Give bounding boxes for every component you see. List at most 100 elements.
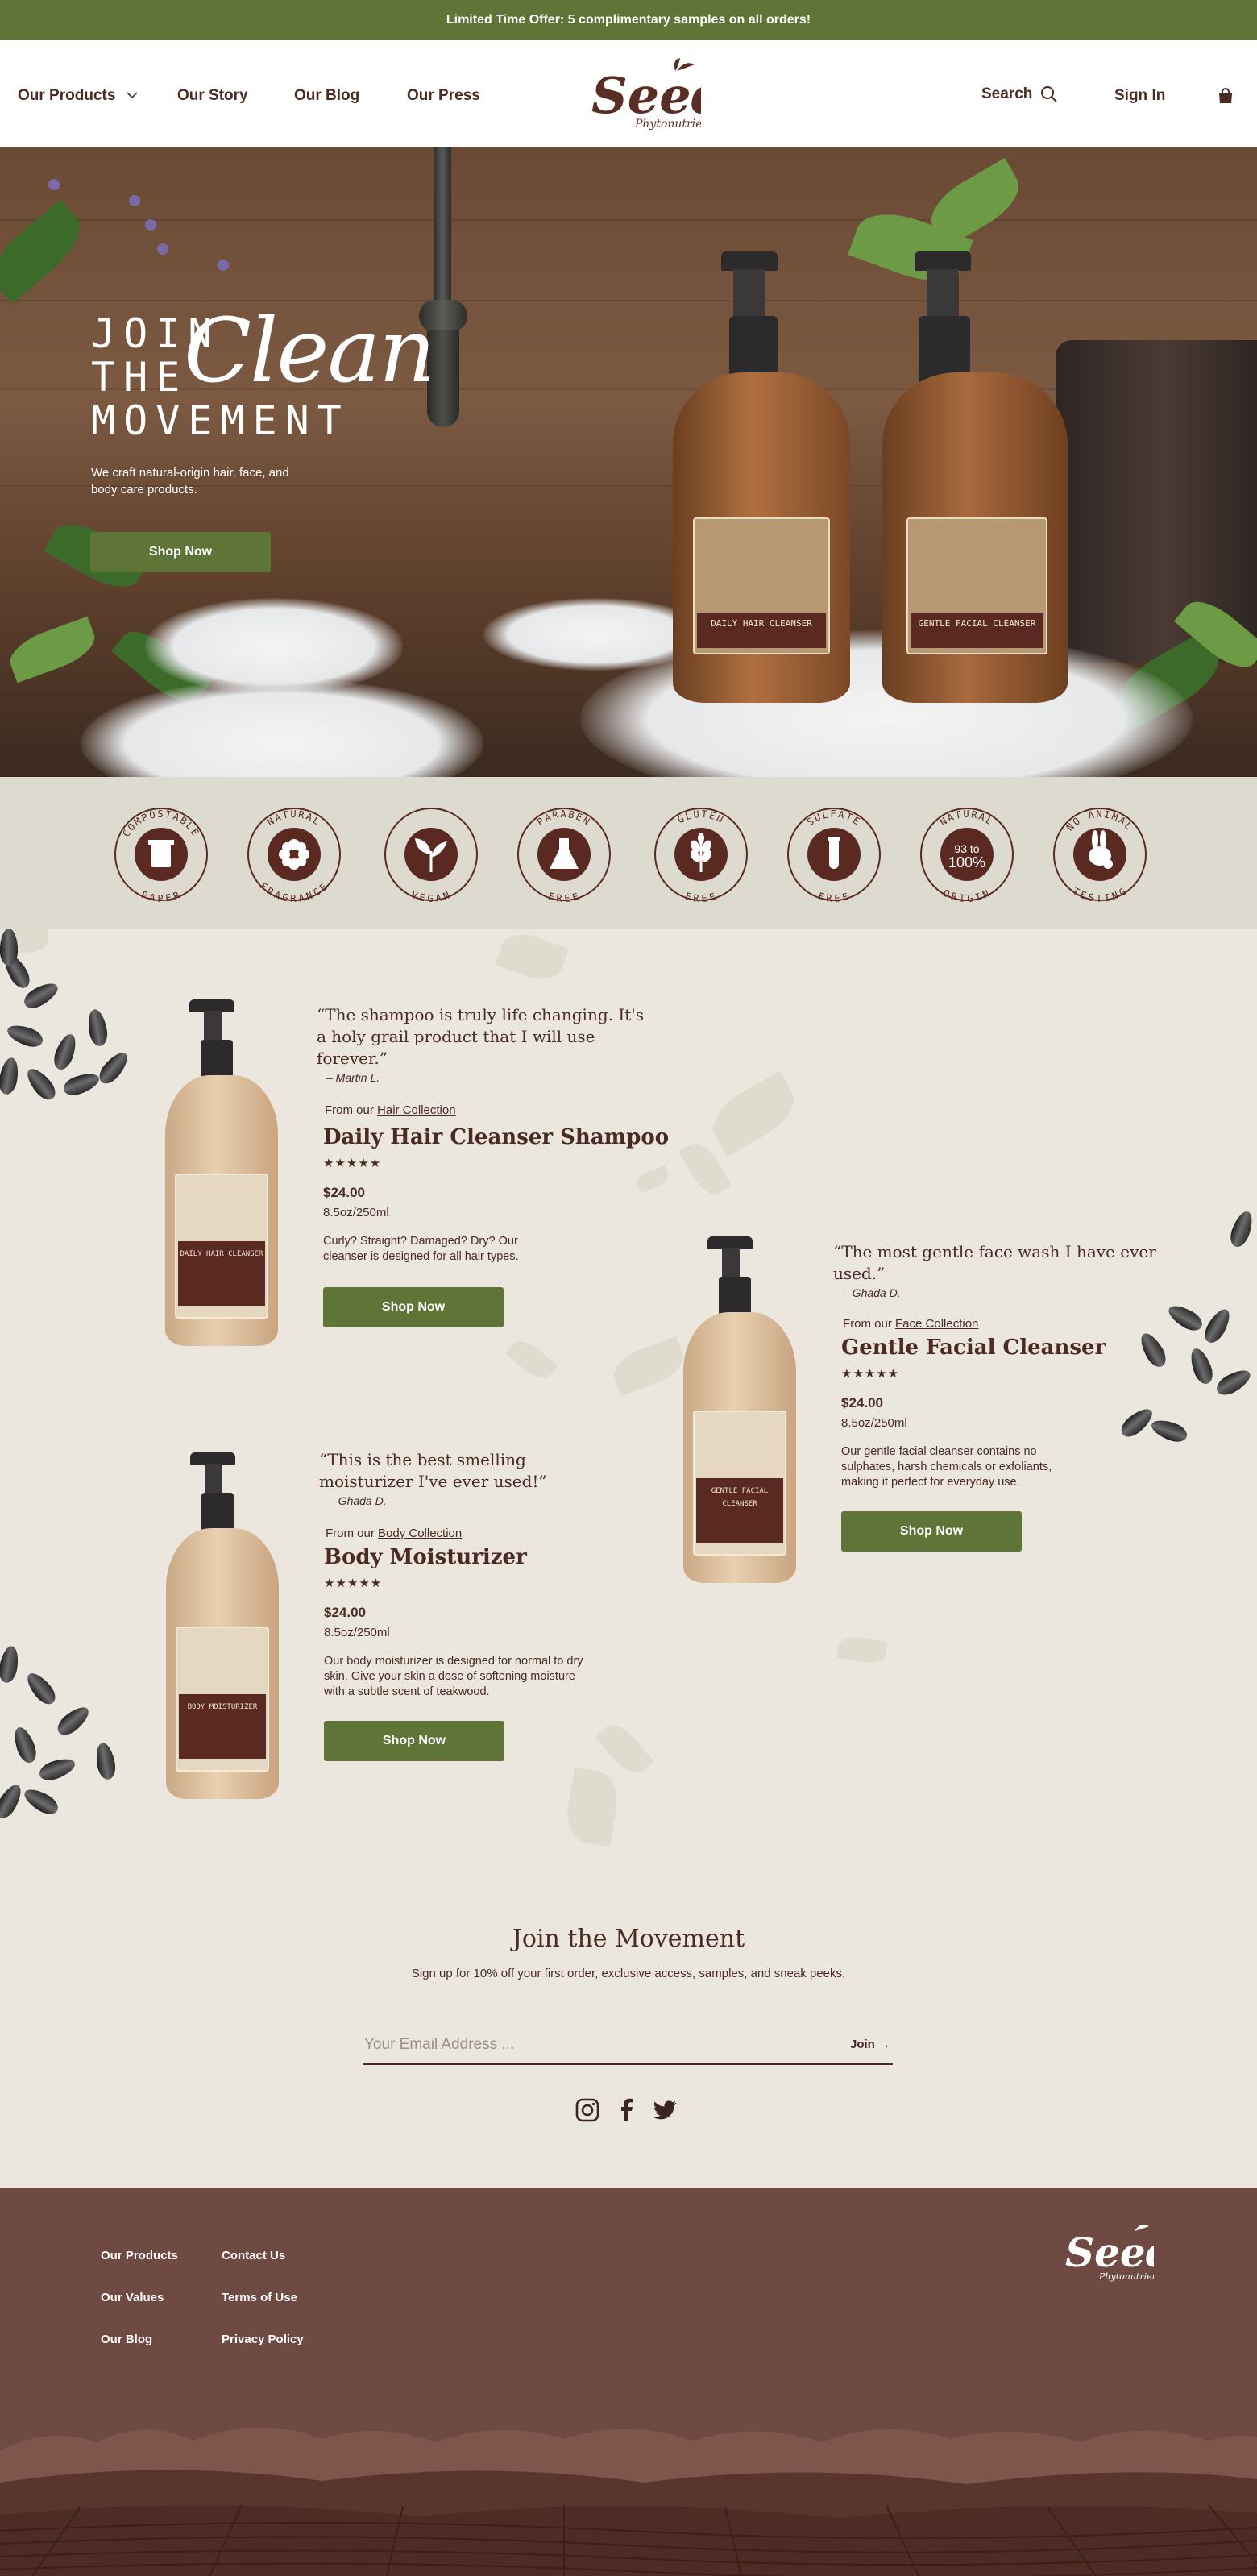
svg-text:Phytonutrients: Phytonutrients xyxy=(634,118,701,131)
body-collection-link[interactable]: Body Collection xyxy=(378,1527,462,1540)
newsletter-title: Join the Movement xyxy=(512,1925,745,1953)
announcement-bar: Limited Time Offer: 5 complimentary samp… xyxy=(0,0,1257,40)
collection-prefix: From our xyxy=(326,1527,375,1540)
collection-prefix: From our xyxy=(843,1317,892,1331)
shopping-bag-icon[interactable] xyxy=(1217,87,1234,105)
hero-clean-script: Clean xyxy=(184,299,436,402)
nav-our-products[interactable]: Our Products xyxy=(18,87,138,105)
search-button[interactable]: Search xyxy=(981,85,1058,103)
site-footer: Our Products Our Values Our Blog Contact… xyxy=(0,2188,1257,2576)
svg-text:100%: 100% xyxy=(948,854,985,870)
testimonial-quote: “The most gentle face wash I have ever u… xyxy=(833,1242,1156,1283)
product-size: 8.5oz/250ml xyxy=(323,1206,389,1219)
collection-line: From our Hair Collection xyxy=(325,1103,671,1117)
shop-now-button[interactable]: Shop Now xyxy=(324,1721,504,1761)
test-tube-badge: SULFATEFREE xyxy=(787,808,881,903)
hero-bottle-facial-cleanser: GENTLE FACIAL CLEANSER xyxy=(882,251,1068,703)
twitter-icon[interactable] xyxy=(652,2097,678,2123)
star-rating: ★★★★★ xyxy=(324,1577,383,1590)
collection-prefix: From our xyxy=(325,1103,374,1117)
svg-text:Phytonutrients: Phytonutrients xyxy=(1098,2271,1154,2282)
footer-our-blog[interactable]: Our Blog xyxy=(101,2333,152,2346)
nav-our-press[interactable]: Our Press xyxy=(407,87,480,105)
chevron-down-icon xyxy=(127,92,138,99)
featured-products: DAILY HAIR CLEANSER “The shampoo is trul… xyxy=(0,929,1257,1863)
badge-label-bottom: VEGAN xyxy=(409,889,452,903)
faucet-image xyxy=(434,147,451,308)
cup-icon xyxy=(148,840,174,867)
site-header: Our Products Our Story Our Blog Our Pres… xyxy=(0,40,1257,147)
flower-badge: NATURAL FRAGRANCE xyxy=(247,808,341,903)
footer-terms-of-use[interactable]: Terms of Use xyxy=(222,2291,297,2304)
hero-shop-now-button[interactable]: Shop Now xyxy=(90,532,271,572)
product-card-hair: “The shampoo is truly life changing. It'… xyxy=(317,1004,671,1327)
collection-line: From our Body Collection xyxy=(326,1527,674,1540)
sign-in-link[interactable]: Sign In xyxy=(1114,87,1165,105)
hero-bottle-label: DAILY HAIR CLEANSER xyxy=(697,613,826,648)
product-description: Our gentle facial cleanser contains no s… xyxy=(841,1445,1052,1489)
seed-logo-footer[interactable]: Seed Phytonutrients xyxy=(1064,2220,1154,2286)
testimonial-quote: “This is the best smelling moisturizer I… xyxy=(319,1450,547,1491)
hero-bottle-hair-cleanser: DAILY HAIR CLEANSER xyxy=(673,251,850,703)
search-label: Search xyxy=(981,85,1033,102)
footer-our-values[interactable]: Our Values xyxy=(101,2291,164,2304)
badge-label-bottom: TESTING xyxy=(1071,885,1130,903)
product-bottle-facial-cleanser[interactable]: GENTLE FACIAL CLEANSER xyxy=(683,1236,796,1583)
test-tube-icon xyxy=(828,837,840,869)
hair-collection-link[interactable]: Hair Collection xyxy=(377,1103,456,1117)
star-rating: ★★★★★ xyxy=(841,1367,900,1381)
badge-label-top: SULFATE xyxy=(805,808,863,828)
sprout-badge: VEGAN xyxy=(384,808,478,903)
nav-our-products-label: Our Products xyxy=(18,87,116,104)
percent-badge: 93 to100%NATURALORIGIN xyxy=(920,808,1014,903)
product-price: $24.00 xyxy=(324,1605,366,1620)
product-name[interactable]: Body Moisturizer xyxy=(324,1545,674,1569)
badge-label-bottom: PAPER xyxy=(139,889,182,903)
badge-center-text: 93 to xyxy=(954,842,979,855)
seed-logo[interactable]: Seed Phytonutrients xyxy=(588,56,701,133)
product-bottle-hair-cleanser[interactable]: DAILY HAIR CLEANSER xyxy=(165,999,278,1346)
product-price: $24.00 xyxy=(841,1395,883,1411)
product-size: 8.5oz/250ml xyxy=(324,1626,390,1639)
newsletter-section: Join the Movement Sign up for 10% off yo… xyxy=(0,1863,1257,2188)
testimonial-author: – Ghada D. xyxy=(329,1494,387,1507)
wheat-badge: GLUTENFREE xyxy=(654,808,748,903)
nav-our-blog[interactable]: Our Blog xyxy=(294,87,359,105)
facebook-icon[interactable] xyxy=(614,2097,640,2123)
testimonial-author: – Ghada D. xyxy=(843,1286,901,1299)
product-name[interactable]: Daily Hair Cleanser Shampoo xyxy=(323,1125,671,1149)
newsletter-subtitle: Sign up for 10% off your first order, ex… xyxy=(411,1967,846,1980)
footer-our-products[interactable]: Our Products xyxy=(101,2249,178,2262)
cup-badge: COMPOSTABLEPAPER xyxy=(114,808,208,903)
hero-banner: DAILY HAIR CLEANSER GENTLE FACIAL CLEANS… xyxy=(0,147,1257,777)
shop-now-button[interactable]: Shop Now xyxy=(323,1287,504,1327)
badge-label-top: NATURAL xyxy=(938,808,996,828)
hero-subtitle: We craft natural-origin hair, face, and … xyxy=(91,466,289,497)
star-rating: ★★★★★ xyxy=(323,1157,382,1170)
face-collection-link[interactable]: Face Collection xyxy=(895,1317,978,1331)
hero-line-movement: MOVEMENT xyxy=(91,397,350,444)
rabbit-badge: NO ANIMALTESTING xyxy=(1053,808,1147,903)
badge-label-top: PARABEN xyxy=(535,808,593,828)
instagram-icon[interactable] xyxy=(575,2097,600,2123)
product-bottle-label: GENTLE FACIAL CLEANSER xyxy=(696,1478,783,1543)
product-description: Curly? Straight? Damaged? Dry? Our clean… xyxy=(323,1235,519,1263)
footer-privacy-policy[interactable]: Privacy Policy xyxy=(222,2333,304,2346)
product-bottle-body-moisturizer[interactable]: BODY MOISTURIZER xyxy=(166,1452,279,1799)
flask-badge: PARABENFREE xyxy=(517,808,611,903)
footer-contact-us[interactable]: Contact Us xyxy=(222,2249,285,2262)
shop-now-button[interactable]: Shop Now xyxy=(841,1511,1022,1552)
product-bottle-label: DAILY HAIR CLEANSER xyxy=(178,1241,265,1306)
email-input[interactable] xyxy=(363,2026,893,2065)
join-button[interactable]: Join → xyxy=(850,2038,890,2051)
search-icon xyxy=(1041,86,1058,102)
collection-line: From our Face Collection xyxy=(843,1317,1172,1331)
testimonial-author: – Martin L. xyxy=(326,1071,380,1084)
farmland-illustration xyxy=(0,2418,1257,2576)
product-description: Our body moisturizer is designed for nor… xyxy=(324,1655,583,1698)
product-values-badges: COMPOSTABLE PAPER NATURAL FRAGRANCE VEGAN PAR… xyxy=(0,777,1257,929)
testimonial-quote: “The shampoo is truly life changing. It'… xyxy=(317,1005,645,1068)
product-size: 8.5oz/250ml xyxy=(841,1416,907,1430)
product-name[interactable]: Gentle Facial Cleanser xyxy=(841,1336,1172,1360)
nav-our-story[interactable]: Our Story xyxy=(177,87,248,105)
